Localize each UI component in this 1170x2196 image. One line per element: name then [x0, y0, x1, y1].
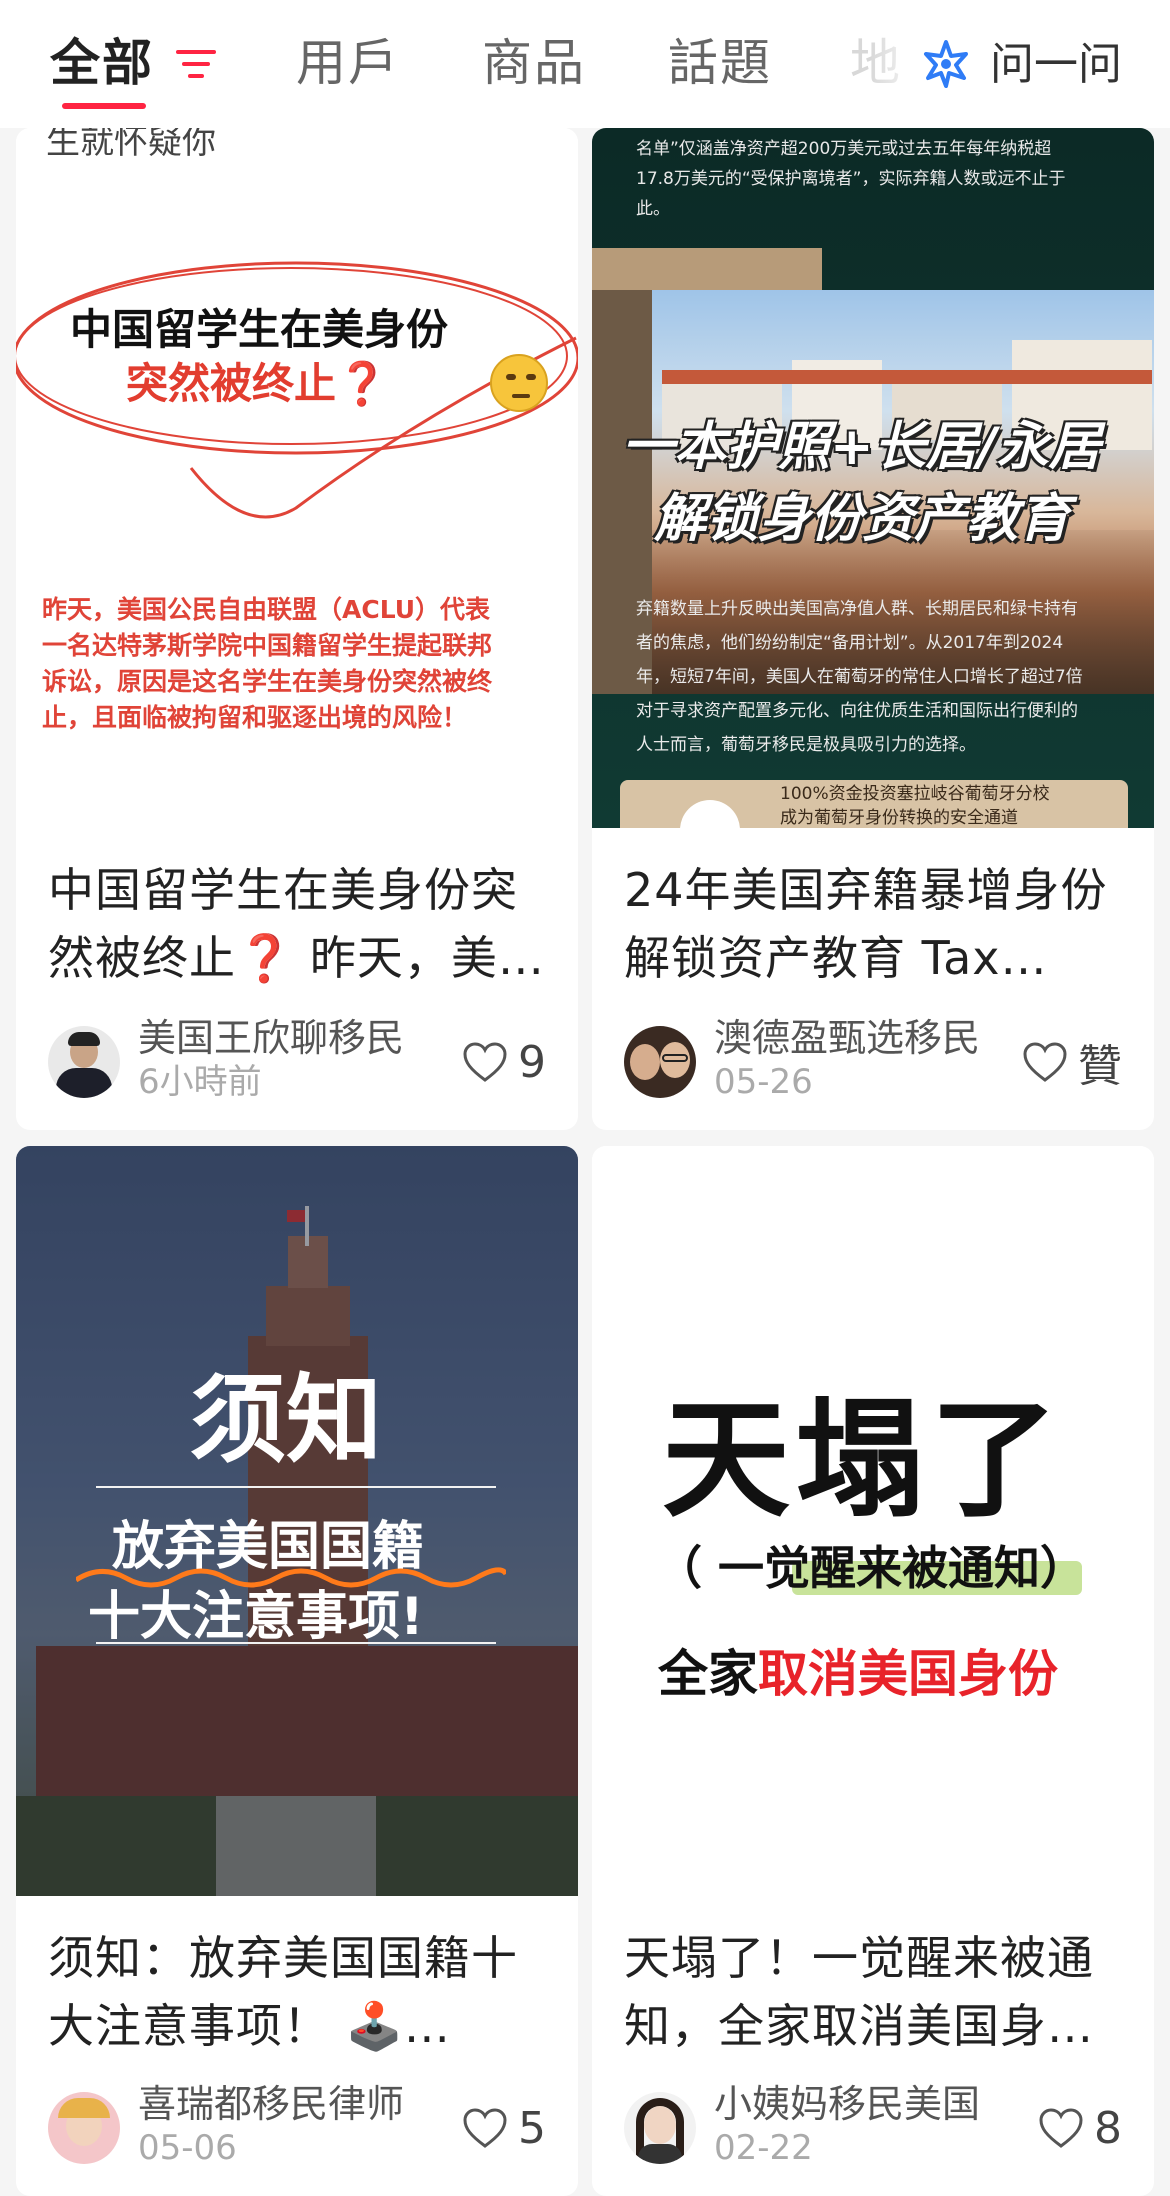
cover-subheadline: 解锁身份资产教育: [654, 489, 1071, 549]
tab-all[interactable]: 全部: [50, 28, 154, 98]
note-card[interactable]: 生就怀疑你 中国留学生在美身份 突然被终止❓ 昨天，美国公民自由联盟（ACLU）…: [16, 128, 578, 1130]
cover-line-3: 全家取消美国身份: [658, 1634, 1058, 1706]
note-card[interactable]: 天塌了 （ 一觉醒来被通知） 全家取消美国身份 天塌了！一觉醒来被通知，全家取消…: [592, 1146, 1154, 2196]
note-cover-image: 名单”仅涵盖净资产超200万美元或过去五年每年纳税超 17.8万美元的“受保护离…: [592, 128, 1154, 828]
author-name[interactable]: 小姨妈移民美国: [714, 2082, 1004, 2126]
cover-line-3-black: 全家: [658, 1645, 758, 1703]
note-title: 中国留学生在美身份突然被终止❓ 昨天，美国公民自由联盟（ACLU）代表…: [48, 863, 545, 985]
author-avatar[interactable]: [624, 1026, 696, 1098]
like-button[interactable]: 8: [1038, 2098, 1122, 2158]
cover-bottom-text: 100%资金投资塞拉岐谷葡萄牙分校: [780, 784, 1050, 804]
note-card[interactable]: 须知 放弃美国国籍 十大注意事项! 须知：放弃美国国籍十大注意事项！ 🕹️… 喜…: [16, 1146, 578, 2196]
author-name[interactable]: 澳德盈甄选移民: [714, 1016, 1004, 1060]
heart-icon: [463, 2108, 507, 2148]
author-name[interactable]: 美国王欣聊移民: [138, 1016, 428, 1060]
like-count: 8: [1094, 2102, 1122, 2154]
ask-button[interactable]: 问一问: [920, 24, 1160, 104]
like-count: 贊: [1078, 1041, 1122, 1092]
post-date: 05-06: [138, 2128, 237, 2168]
heart-icon: [463, 1042, 507, 1082]
cover-bottom-text: 成为葡萄牙身份转换的安全通道: [780, 808, 1018, 828]
note-cover-image: 生就怀疑你 中国留学生在美身份 突然被终止❓ 昨天，美国公民自由联盟（ACLU）…: [16, 128, 578, 828]
cover-body-text: 昨天，美国公民自由联盟（ACLU）代表 一名达特茅斯学院中国籍留学生提起联邦 诉…: [42, 595, 493, 732]
cover-headline: 中国留学生在美身份: [70, 305, 449, 354]
note-title: 24年美国弃籍暴增身份解锁资产教育 Tax…: [624, 863, 1108, 985]
note-card[interactable]: 名单”仅涵盖净资产超200万美元或过去五年每年纳税超 17.8万美元的“受保护离…: [592, 128, 1154, 1130]
cover-subheadline: 突然被终止❓: [126, 359, 389, 408]
cover-top-text: 名单”仅涵盖净资产超200万美元或过去五年每年纳税超 17.8万美元的“受保护离…: [636, 139, 1066, 219]
note-title: 天塌了！一觉醒来被通知，全家取消美国身份…: [624, 1931, 1094, 2053]
author-avatar[interactable]: [48, 2092, 120, 2164]
filter-icon[interactable]: [174, 44, 218, 84]
ask-label: 问一问: [990, 39, 1122, 90]
like-button[interactable]: 9: [462, 1032, 546, 1092]
thinking-emoji-icon: [490, 354, 548, 412]
cover-body-text: 弃籍数量上升反映出美国高净值人群、长期居民和绿卡持有 者的焦虑，他们纷纷制定“备…: [636, 599, 1083, 755]
author-name[interactable]: 喜瑞都移民律师: [138, 2082, 428, 2126]
tab-users[interactable]: 用戶: [296, 28, 400, 98]
cover-subheadline-2: 十大注意事项!: [88, 1587, 424, 1647]
top-navigation-bar: 全部 用戶 商品 話題 地 问一问: [0, 0, 1170, 128]
cover-headline: 一本护照+长居/永居: [622, 417, 1101, 477]
tab-topics[interactable]: 話題: [668, 28, 772, 98]
like-button[interactable]: 贊: [1022, 1032, 1122, 1092]
cover-gold-band: [592, 248, 822, 292]
cover-headline: 天塌了: [662, 1386, 1065, 1535]
cover-line-3-red: 取消美国身份: [758, 1645, 1058, 1703]
heart-icon: [1023, 1042, 1067, 1082]
post-date: 05-26: [714, 1062, 813, 1102]
cover-bottom-banner: 100%资金投资塞拉岐谷葡萄牙分校 成为葡萄牙身份转换的安全通道: [620, 780, 1128, 828]
note-cover-image: 天塌了 （ 一觉醒来被通知） 全家取消美国身份: [592, 1146, 1154, 1896]
cover-top-text: 生就怀疑你: [46, 128, 216, 162]
note-cover-image: 须知 放弃美国国籍 十大注意事项!: [16, 1146, 578, 1896]
cover-headline: 须知: [190, 1364, 382, 1476]
note-title: 须知：放弃美国国籍十大注意事项！ 🕹️…: [48, 1931, 518, 2053]
active-tab-indicator: [62, 103, 146, 109]
ai-star-icon: [924, 40, 968, 88]
author-avatar[interactable]: [48, 1026, 120, 1098]
post-date: 02-22: [714, 2128, 813, 2168]
heart-icon: [1039, 2108, 1083, 2148]
author-avatar[interactable]: [624, 2092, 696, 2164]
like-button[interactable]: 5: [462, 2098, 546, 2158]
like-count: 9: [518, 1036, 546, 1088]
tab-products[interactable]: 商品: [482, 28, 586, 98]
cover-subheadline: （ 一觉醒来被通知）: [656, 1541, 1087, 1595]
post-date: 6小時前: [138, 1062, 262, 1102]
like-count: 5: [518, 2102, 546, 2154]
